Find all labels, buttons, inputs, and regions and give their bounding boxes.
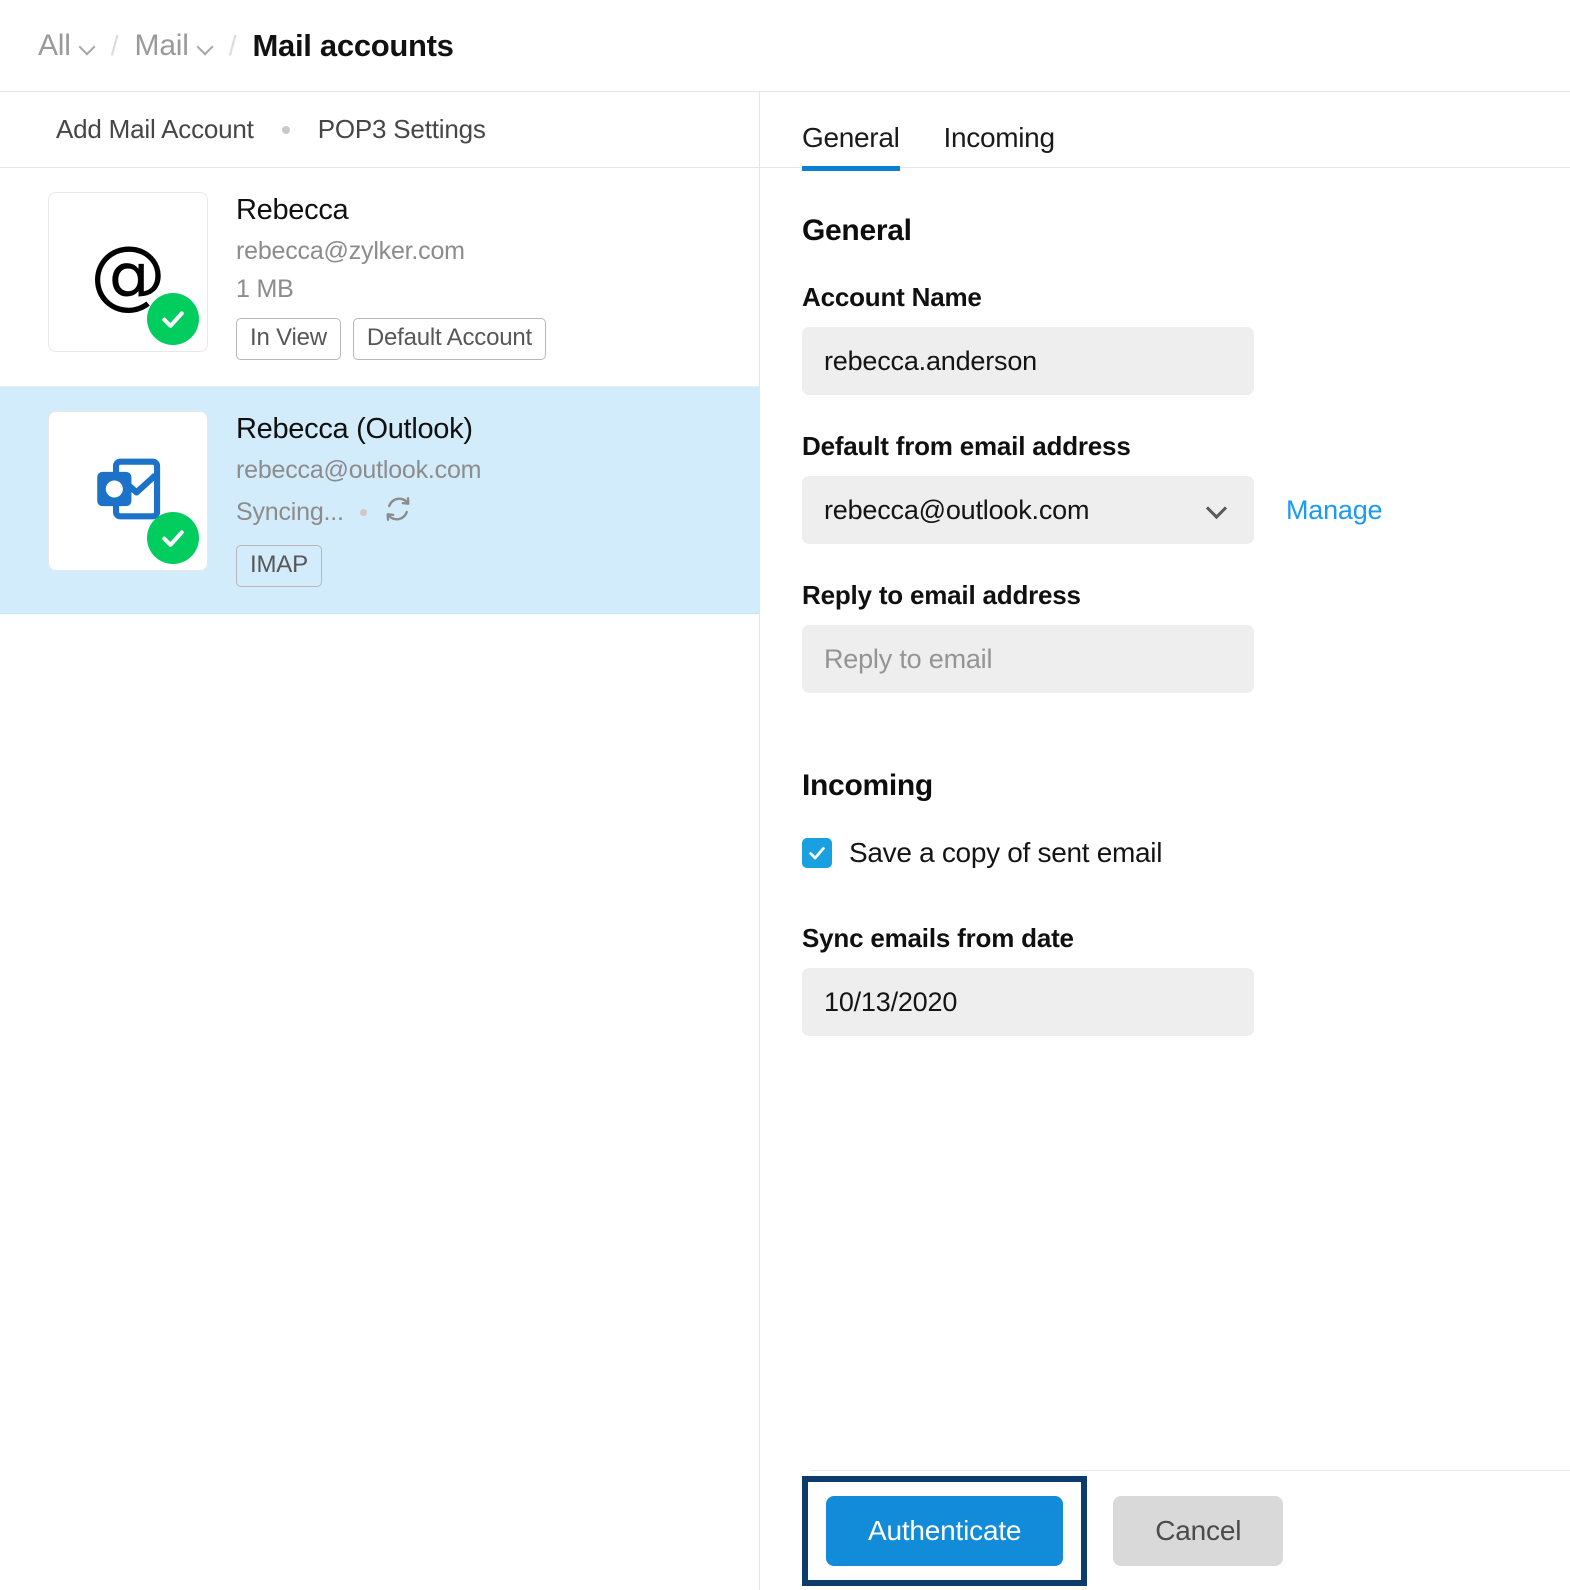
chevron-down-icon (80, 40, 95, 55)
account-settings-panel: General Incoming General Account Name re… (760, 92, 1570, 1590)
tab-incoming[interactable]: Incoming (944, 122, 1055, 171)
cancel-button[interactable]: Cancel (1113, 1496, 1283, 1566)
accounts-panel: Add Mail Account POP3 Settings @ (0, 92, 760, 1590)
account-list-item-rebecca[interactable]: @ Rebecca rebecca@zylker.com 1 MB (0, 168, 759, 387)
save-copy-checkbox[interactable] (802, 838, 832, 868)
tag-imap[interactable]: IMAP (236, 545, 322, 587)
save-copy-label: Save a copy of sent email (849, 837, 1162, 869)
account-tags: IMAP (236, 545, 481, 587)
sync-status-label: Syncing... (236, 498, 344, 527)
account-details: Rebecca rebecca@zylker.com 1 MB In View … (236, 192, 546, 360)
default-from-email-select[interactable]: rebecca@outlook.com (802, 476, 1254, 544)
settings-tabs: General Incoming (760, 92, 1570, 168)
breadcrumb-label-all: All (38, 29, 71, 63)
reply-to-email-input[interactable]: Reply to email (802, 625, 1254, 693)
sync-from-date-input[interactable]: 10/13/2020 (802, 968, 1254, 1036)
account-avatar: @ (48, 192, 208, 352)
verified-check-icon (147, 512, 199, 564)
page-title: Mail accounts (253, 28, 454, 64)
breadcrumb-separator: / (111, 30, 119, 62)
section-gap (802, 729, 1528, 769)
add-mail-account-link[interactable]: Add Mail Account (56, 114, 254, 145)
account-email: rebecca@outlook.com (236, 456, 481, 485)
accounts-actions-bar: Add Mail Account POP3 Settings (0, 92, 759, 168)
chevron-down-icon (1208, 501, 1226, 519)
account-size-label: 1 MB (236, 275, 294, 304)
tag-default-account[interactable]: Default Account (353, 318, 546, 360)
account-name: Rebecca (236, 194, 546, 227)
account-name-input[interactable]: rebecca.anderson (802, 327, 1254, 395)
save-copy-checkbox-row[interactable]: Save a copy of sent email (802, 837, 1528, 869)
chevron-down-icon (198, 40, 213, 55)
authenticate-button[interactable]: Authenticate (826, 1496, 1063, 1566)
field-account-name: Account Name rebecca.anderson (802, 282, 1528, 395)
tab-general[interactable]: General (802, 122, 900, 171)
label-sync-from-date: Sync emails from date (802, 923, 1528, 954)
pop3-settings-link[interactable]: POP3 Settings (318, 114, 486, 145)
mail-accounts-settings-page: All / Mail / Mail accounts Add Mail Acco… (0, 0, 1570, 1590)
manage-link[interactable]: Manage (1286, 495, 1382, 526)
content-columns: Add Mail Account POP3 Settings @ (0, 92, 1570, 1590)
settings-form: General Account Name rebecca.anderson De… (760, 168, 1570, 1470)
separator-dot (282, 126, 290, 134)
breadcrumb: All / Mail / Mail accounts (0, 0, 1570, 92)
tag-in-view[interactable]: In View (236, 318, 341, 360)
form-footer: Authenticate Cancel (810, 1470, 1570, 1590)
authenticate-focus-ring: Authenticate (802, 1476, 1087, 1586)
accounts-list: @ Rebecca rebecca@zylker.com 1 MB (0, 168, 759, 614)
breadcrumb-separator: / (229, 30, 237, 62)
field-reply-to-email: Reply to email address Reply to email (802, 580, 1528, 693)
default-from-row: rebecca@outlook.com Manage (802, 476, 1528, 544)
label-reply-to-email: Reply to email address (802, 580, 1528, 611)
account-sync-status: Syncing... (236, 494, 481, 531)
account-tags: In View Default Account (236, 318, 546, 360)
account-size: 1 MB (236, 275, 546, 304)
section-heading-general: General (802, 214, 1528, 248)
breadcrumb-label-mail: Mail (135, 29, 189, 63)
default-from-email-value: rebecca@outlook.com (824, 495, 1089, 526)
breadcrumb-item-mail[interactable]: Mail (135, 29, 213, 63)
account-name: Rebecca (Outlook) (236, 413, 481, 446)
account-avatar (48, 411, 208, 571)
label-account-name: Account Name (802, 282, 1528, 313)
breadcrumb-item-all[interactable]: All (38, 29, 95, 63)
account-email: rebecca@zylker.com (236, 237, 546, 266)
account-list-item-rebecca-outlook[interactable]: Rebecca (Outlook) rebecca@outlook.com Sy… (0, 387, 759, 614)
section-heading-incoming: Incoming (802, 769, 1528, 803)
refresh-icon[interactable] (383, 494, 413, 531)
separator-dot (360, 509, 367, 516)
field-default-from-email: Default from email address rebecca@outlo… (802, 431, 1528, 544)
field-sync-from-date: Sync emails from date 10/13/2020 (802, 923, 1528, 1036)
label-default-from-email: Default from email address (802, 431, 1528, 462)
account-details: Rebecca (Outlook) rebecca@outlook.com Sy… (236, 411, 481, 587)
verified-check-icon (147, 293, 199, 345)
